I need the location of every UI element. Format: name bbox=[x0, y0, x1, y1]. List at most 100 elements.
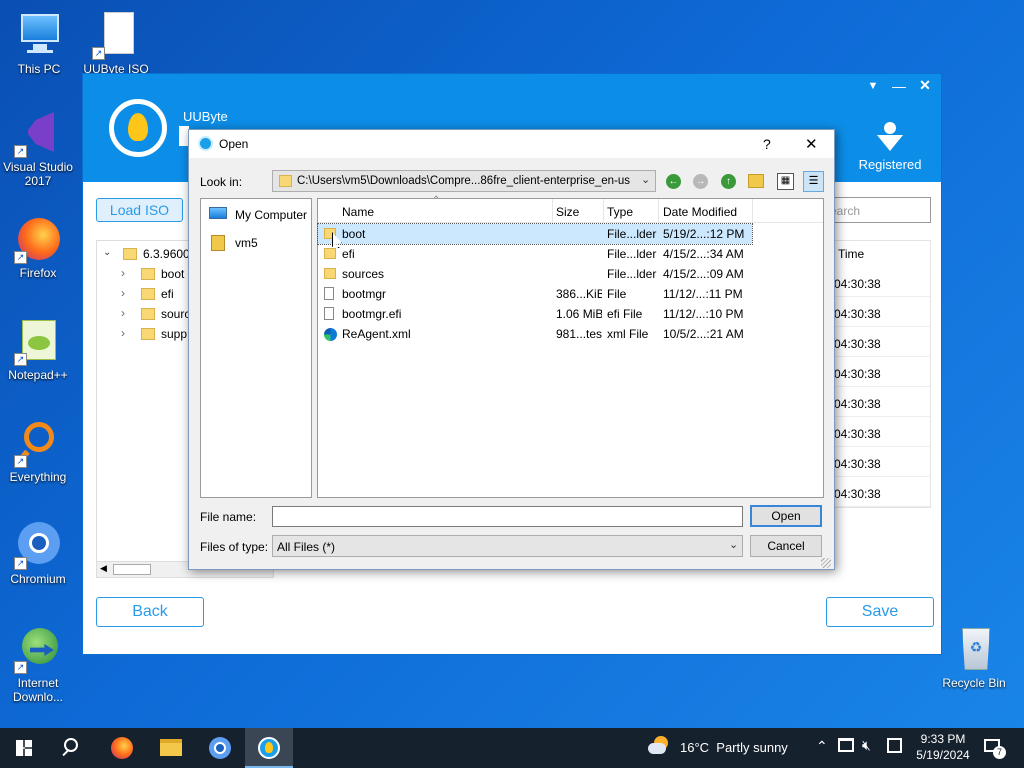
minimize-to-tray-button[interactable]: ▼ bbox=[865, 80, 881, 94]
file-row[interactable]: boot File...lder 5/19/2...:12 PM bbox=[317, 223, 753, 245]
tree-item-label: efi bbox=[161, 287, 174, 301]
file-icon bbox=[324, 307, 334, 320]
file-row[interactable]: bootmgr 386...KiB File 11/12/...:11 PM bbox=[318, 284, 758, 304]
time-cell: 04:30:38 bbox=[834, 301, 930, 327]
up-folder-icon[interactable]: ↑ bbox=[721, 174, 736, 189]
desktop-icon-notepad-plus-plus[interactable]: ↗ Notepad++ bbox=[0, 318, 76, 382]
list-view-icon[interactable]: ▦ bbox=[777, 173, 794, 190]
column-header-type[interactable]: Type bbox=[607, 205, 633, 219]
folder-icon bbox=[279, 175, 292, 187]
look-in-path: C:\Users\vm5\Downloads\Compre...86fre_cl… bbox=[297, 175, 631, 187]
new-folder-icon[interactable] bbox=[748, 174, 764, 188]
desktop-icon-visual-studio[interactable]: ↗ Visual Studio 2017 bbox=[0, 110, 76, 188]
forward-arrow-icon[interactable]: → bbox=[693, 174, 708, 189]
taskbar-search-button[interactable] bbox=[48, 728, 96, 768]
column-header-row: ⌃ Name Size Type Date Modified bbox=[318, 195, 823, 223]
file-date-cell: 11/12/...:11 PM bbox=[663, 287, 743, 301]
file-date-cell: 11/12/...:10 PM bbox=[663, 307, 744, 321]
column-header-name[interactable]: Name bbox=[342, 205, 374, 219]
shortcut-arrow-icon: ↗ bbox=[14, 557, 27, 570]
file-name-cell: bootmgr.efi bbox=[342, 307, 402, 321]
column-header-date[interactable]: Date Modified bbox=[663, 205, 737, 219]
dialog-close-button[interactable]: ✕ bbox=[805, 135, 818, 153]
scrollbar-thumb[interactable] bbox=[113, 564, 151, 575]
file-row[interactable]: sources File...lder 4/15/2...:09 AM bbox=[318, 264, 758, 284]
folder-icon bbox=[141, 328, 155, 340]
globe-download-icon: ↗ bbox=[14, 626, 62, 674]
places-item-label: vm5 bbox=[235, 236, 258, 250]
scroll-left-icon[interactable]: ◀ bbox=[100, 563, 107, 574]
help-button[interactable]: ? bbox=[763, 136, 771, 152]
search-input[interactable]: earch bbox=[823, 197, 931, 223]
start-button[interactable] bbox=[0, 728, 48, 768]
resize-grip-icon[interactable] bbox=[821, 558, 831, 568]
places-item-label: My Computer bbox=[235, 208, 308, 222]
taskbar-firefox[interactable] bbox=[98, 728, 146, 768]
places-item-my-computer[interactable]: My Computer bbox=[203, 205, 309, 225]
desktop-icon-everything[interactable]: ↗ Everything bbox=[0, 420, 76, 484]
column-header-size[interactable]: Size bbox=[556, 205, 579, 219]
back-arrow-icon[interactable]: ← bbox=[666, 174, 681, 189]
back-button[interactable]: Back bbox=[96, 597, 204, 627]
clock[interactable]: 9:33 PM 5/19/2024 bbox=[908, 731, 978, 765]
desktop-icon-this-pc[interactable]: This PC bbox=[1, 12, 77, 76]
taskbar-file-explorer[interactable] bbox=[147, 728, 195, 768]
open-button[interactable]: Open bbox=[750, 505, 822, 527]
load-iso-button[interactable]: Load ISO bbox=[96, 198, 183, 222]
dialog-app-icon bbox=[198, 136, 213, 151]
file-name-cell: boot bbox=[342, 227, 366, 241]
cancel-button[interactable]: Cancel bbox=[750, 535, 822, 557]
taskbar-chromium[interactable] bbox=[196, 728, 244, 768]
file-name-input[interactable] bbox=[272, 506, 743, 527]
notification-center-button[interactable]: 7 bbox=[982, 736, 1006, 759]
brand-name: UUByte bbox=[183, 109, 228, 124]
recycle-bin-icon: ♻ bbox=[950, 626, 998, 674]
file-name-label: File name: bbox=[200, 510, 257, 524]
registered-badge[interactable]: Registered bbox=[853, 122, 927, 174]
look-in-combobox[interactable]: C:\Users\vm5\Downloads\Compre...86fre_cl… bbox=[272, 170, 656, 192]
file-row[interactable]: efi File...lder 4/15/2...:34 AM bbox=[318, 244, 758, 264]
taskbar-uubyte[interactable] bbox=[245, 728, 293, 768]
flame-logo-icon bbox=[258, 737, 280, 759]
chevron-right-icon: › bbox=[121, 306, 125, 320]
clock-date: 5/19/2024 bbox=[916, 748, 970, 762]
close-button[interactable]: ✕ bbox=[917, 77, 933, 93]
edge-file-icon bbox=[324, 328, 337, 341]
desktop-icon-internet-download-manager[interactable]: ↗ Internet Downlo... bbox=[0, 626, 76, 704]
network-icon[interactable] bbox=[838, 738, 854, 752]
file-row[interactable]: ReAgent.xml 981...tes xml File 10/5/2...:21… bbox=[318, 324, 758, 344]
places-sidebar: My Computer vm5 bbox=[200, 198, 312, 498]
shortcut-arrow-icon: ↗ bbox=[92, 47, 105, 60]
places-item-vm5[interactable]: vm5 bbox=[203, 233, 309, 253]
file-shortcut-icon: ↗ bbox=[92, 12, 140, 60]
desktop-icon-label: Internet Downlo... bbox=[12, 676, 64, 704]
desktop-icon-label: Notepad++ bbox=[8, 368, 68, 382]
minimize-button[interactable]: — bbox=[891, 78, 907, 94]
file-icon bbox=[324, 287, 334, 300]
time-cell: 04:30:38 bbox=[834, 451, 930, 477]
file-type-cell: File...lder bbox=[607, 227, 657, 241]
chevron-down-icon: ⌄ bbox=[103, 247, 112, 258]
details-view-icon[interactable]: ☰ bbox=[803, 171, 824, 192]
files-of-type-select[interactable]: All Files (*) ⌄ bbox=[272, 535, 743, 557]
chevron-right-icon: › bbox=[121, 286, 125, 300]
desktop-icon-uubyte-iso[interactable]: ↗ UUByte ISO bbox=[78, 12, 154, 76]
dialog-title-bar[interactable]: Open ? ✕ bbox=[189, 130, 834, 158]
desktop-icon-recycle-bin[interactable]: ♻ Recycle Bin bbox=[936, 626, 1012, 690]
desktop-icon-label: Recycle Bin bbox=[942, 676, 1006, 690]
pen-ime-icon[interactable] bbox=[887, 738, 902, 753]
save-button[interactable]: Save bbox=[826, 597, 934, 627]
file-date-cell: 4/15/2...:34 AM bbox=[663, 247, 744, 261]
notepad-plus-plus-icon: ↗ bbox=[14, 318, 62, 366]
file-name-cell: efi bbox=[342, 247, 355, 261]
weather-widget[interactable]: 16°C Partly sunny bbox=[646, 734, 806, 762]
desktop-icon-chromium[interactable]: ↗ Chromium bbox=[0, 522, 76, 586]
notification-count-badge: 7 bbox=[993, 746, 1006, 759]
desktop-icon-firefox[interactable]: ↗ Firefox bbox=[0, 216, 76, 280]
file-type-cell: File...lder bbox=[607, 247, 657, 261]
volume-muted-icon[interactable]: 🔇︎ bbox=[862, 737, 871, 754]
show-hidden-icons-chevron-icon[interactable]: ⌃ bbox=[816, 738, 828, 755]
file-type-cell: File...lder bbox=[607, 267, 657, 281]
file-row[interactable]: bootmgr.efi 1.06 MiB efi File 11/12/...:10 … bbox=[318, 304, 758, 324]
windows-logo-icon bbox=[16, 740, 32, 756]
